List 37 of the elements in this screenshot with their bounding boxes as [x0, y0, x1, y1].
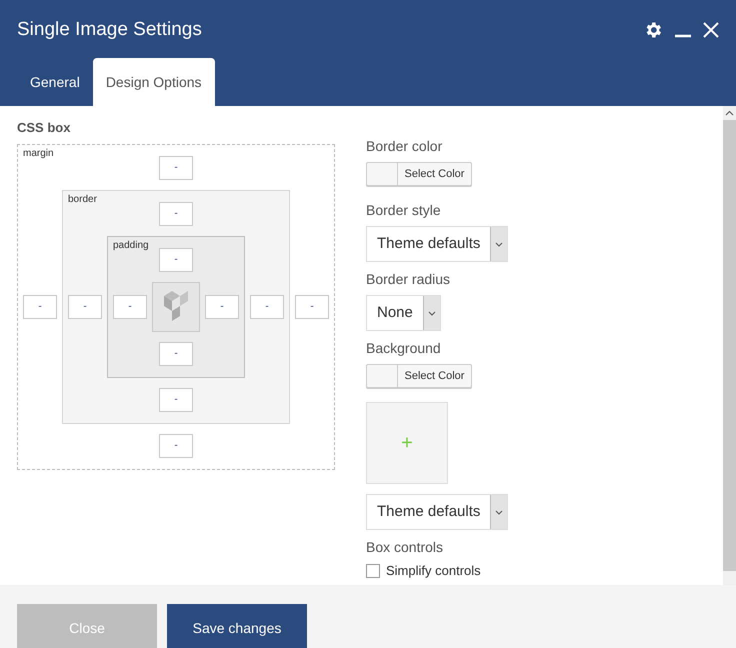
section-title: CSS box — [17, 119, 72, 137]
value-input[interactable]: - — [159, 202, 193, 226]
chevron-down-icon — [428, 310, 436, 316]
select-dropdown[interactable]: Theme defaults — [366, 494, 508, 530]
value-input[interactable]: - — [113, 294, 147, 318]
field-label: Border color — [366, 137, 444, 156]
chevron-down-icon — [495, 242, 504, 246]
checkbox[interactable] — [366, 564, 380, 578]
value-input[interactable]: - — [23, 294, 57, 318]
select-dropdown[interactable]: None — [366, 295, 441, 331]
layer-label: border — [68, 194, 98, 206]
field-label: Border style — [366, 201, 442, 220]
close-icon[interactable] — [703, 22, 719, 38]
cube-logo-icon — [162, 290, 190, 324]
window-title: Single Image Settings — [17, 18, 202, 42]
value-input[interactable]: - — [159, 248, 193, 272]
field-label: Box controls — [366, 538, 444, 557]
field-label: Border radius — [366, 270, 452, 289]
value-input[interactable]: - — [159, 156, 193, 180]
color-picker-button[interactable]: Select Color — [366, 162, 472, 186]
tab[interactable]: Design Options — [92, 58, 215, 106]
save-button[interactable]: Save changes — [167, 604, 307, 648]
checkbox-label: Simplify controls — [386, 562, 481, 580]
layer-label: margin — [23, 148, 55, 160]
tab[interactable]: General — [17, 58, 93, 106]
color-picker-button[interactable]: Select Color — [366, 364, 472, 388]
layer-label: padding — [113, 240, 147, 252]
value-input[interactable]: - — [159, 342, 193, 366]
value-input[interactable]: - — [159, 434, 193, 458]
chevron-down-icon — [495, 510, 504, 514]
field-label: Background — [366, 339, 442, 358]
value-input[interactable]: - — [250, 294, 284, 318]
value-input[interactable]: - — [68, 294, 102, 318]
value-input[interactable]: - — [295, 294, 329, 318]
value-input[interactable]: - — [159, 388, 193, 412]
select-dropdown[interactable]: Theme defaults — [366, 226, 508, 262]
value-input[interactable]: - — [205, 294, 239, 318]
